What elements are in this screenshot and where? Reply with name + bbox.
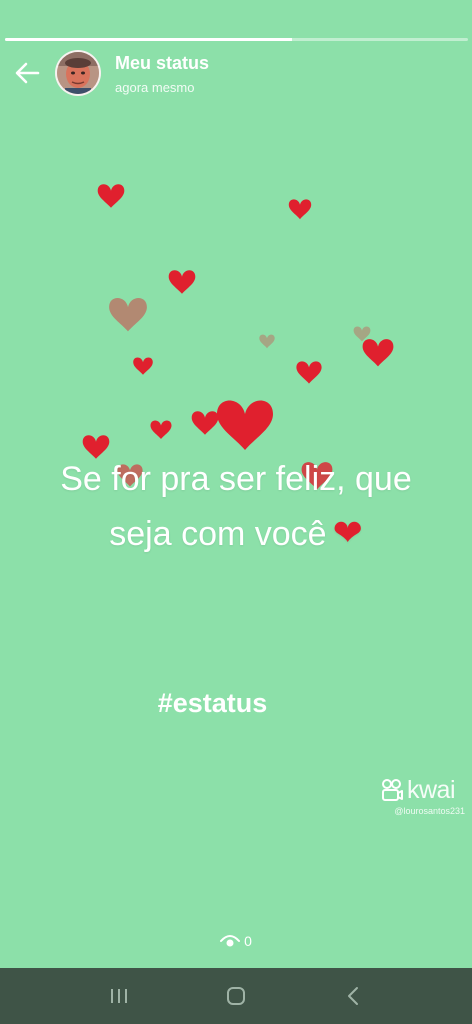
recents-icon: [110, 989, 127, 1003]
views-indicator[interactable]: 0: [0, 930, 472, 952]
heart-icon: [97, 184, 125, 208]
heart-icon: [217, 400, 273, 450]
heart-icon: [353, 326, 371, 342]
caption-line-2: seja com você ❤: [0, 506, 472, 561]
back-button[interactable]: [10, 58, 44, 88]
status-header: Meu status agora mesmo: [0, 48, 472, 100]
heart-icon: [168, 270, 196, 294]
heart-icon: [296, 361, 322, 384]
nav-back-button[interactable]: [333, 976, 373, 1016]
home-button[interactable]: [216, 976, 256, 1016]
status-timestamp: agora mesmo: [115, 80, 195, 95]
heart-icon: [109, 297, 147, 332]
views-count: 0: [244, 933, 252, 949]
heart-icon: [362, 339, 394, 367]
kwai-camera-icon: [382, 779, 403, 801]
red-heart-emoji: ❤: [332, 512, 363, 553]
hashtag-text: #estatus: [157, 688, 268, 718]
recents-button[interactable]: [99, 976, 139, 1016]
kwai-watermark: kwai: [380, 775, 464, 805]
heart-icon: [259, 334, 275, 349]
status-title[interactable]: Meu status: [115, 53, 209, 74]
kwai-brand-text: kwai: [407, 775, 456, 804]
arrow-left-icon: [15, 62, 40, 84]
avatar[interactable]: [55, 50, 101, 96]
profile-photo: [57, 52, 99, 94]
status-progress-bar: [5, 38, 468, 41]
home-icon: [226, 987, 245, 1005]
eye-icon: [220, 935, 241, 947]
status-caption: Se for pra ser feliz, que seja com você ❤: [0, 452, 472, 561]
status-progress-fill: [5, 38, 293, 41]
heart-icon: [191, 411, 219, 435]
kwai-handle: @lourosantos231: [394, 806, 465, 816]
system-navigation-bar: [0, 968, 472, 1024]
heart-icon: [150, 420, 172, 439]
chevron-left-icon: [348, 987, 359, 1005]
caption-line-2-text: seja com você: [109, 515, 327, 553]
caption-line-1: Se for pra ser feliz, que: [60, 460, 412, 498]
heart-icon: [288, 199, 312, 220]
heart-icon: [133, 357, 153, 375]
